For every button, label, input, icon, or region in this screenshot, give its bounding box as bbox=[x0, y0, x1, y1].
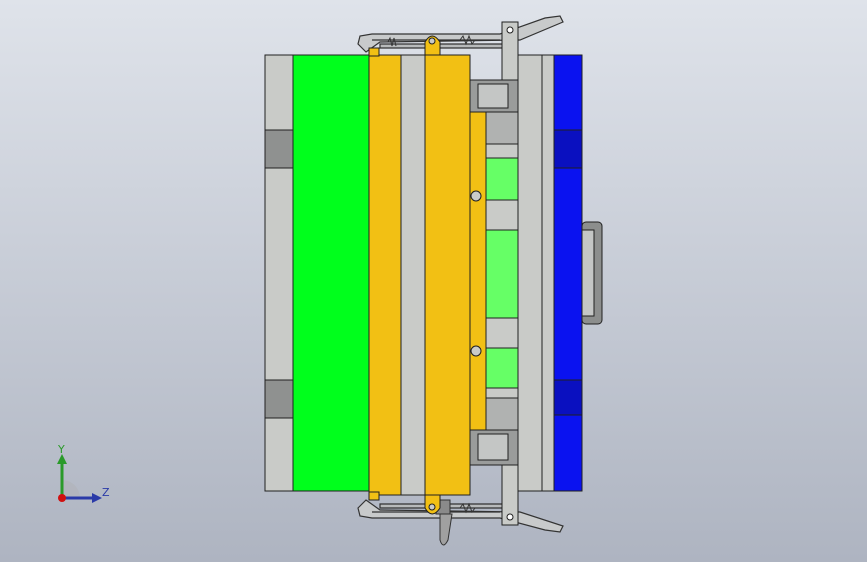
locating-ring[interactable] bbox=[581, 221, 603, 325]
stripper-plate-edge-bottom bbox=[368, 491, 380, 501]
fixed-clamp-plate[interactable] bbox=[264, 54, 294, 492]
core-inserts[interactable] bbox=[485, 143, 519, 399]
moving-clamp-plate[interactable] bbox=[553, 54, 583, 492]
y-axis-label: Y bbox=[58, 443, 65, 456]
stripper-plate-edge bbox=[368, 47, 380, 57]
bottom-latch-arms[interactable] bbox=[357, 499, 564, 533]
top-latch-arms[interactable] bbox=[357, 15, 564, 53]
z-axis-label: Z bbox=[102, 486, 110, 499]
coordinate-triad: Y Z bbox=[40, 440, 130, 520]
mold-assembly-model[interactable] bbox=[0, 0, 867, 562]
x-axis-dot bbox=[58, 494, 66, 502]
graphics-viewport[interactable]: Y Z bbox=[0, 0, 867, 562]
runner-plate[interactable] bbox=[400, 54, 426, 496]
cavity-insert[interactable] bbox=[292, 54, 370, 492]
stripper-plate[interactable] bbox=[368, 54, 402, 496]
